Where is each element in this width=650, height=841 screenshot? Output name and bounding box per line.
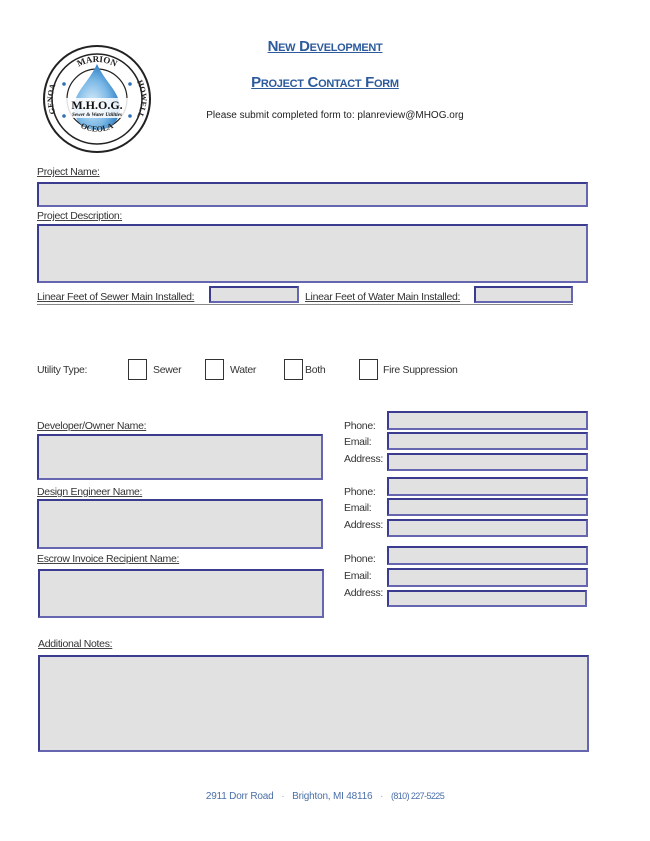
- sewer-feet-input[interactable]: [209, 286, 299, 303]
- engineer-phone-label: Phone:: [344, 486, 376, 498]
- project-name-input[interactable]: [37, 182, 588, 207]
- sewer-feet-label: Linear Feet of Sewer Main Installed:: [37, 291, 195, 303]
- footer-city: Brighton, MI 48116: [292, 791, 373, 802]
- escrow-name-label: Escrow Invoice Recipient Name:: [37, 553, 180, 565]
- footer-separator: ·: [380, 791, 384, 802]
- escrow-address-label: Address:: [344, 587, 384, 599]
- submit-note: Please submit completed form to: planrev…: [206, 110, 464, 121]
- utility-water-label: Water: [230, 364, 257, 376]
- engineer-name-input[interactable]: [37, 499, 323, 549]
- utility-fire-suppression-checkbox[interactable]: [359, 359, 378, 380]
- developer-email-input[interactable]: [387, 432, 588, 450]
- developer-address-input[interactable]: [387, 453, 588, 471]
- escrow-phone-label: Phone:: [344, 553, 376, 565]
- page-subtitle: Project Contact Form: [251, 74, 399, 91]
- developer-name-input[interactable]: [37, 434, 323, 480]
- utility-both-checkbox[interactable]: [284, 359, 303, 380]
- utility-sewer-label: Sewer: [153, 364, 182, 376]
- escrow-name-input[interactable]: [38, 569, 324, 618]
- footer-phone: (810) 227-5225: [390, 791, 445, 801]
- escrow-email-label: Email:: [344, 570, 372, 582]
- notes-label: Additional Notes:: [38, 638, 113, 650]
- feet-row-underline: [37, 304, 573, 305]
- project-name-label: Project Name:: [37, 166, 100, 178]
- utility-water-checkbox[interactable]: [205, 359, 224, 380]
- engineer-address-input[interactable]: [387, 519, 588, 537]
- utility-fire-suppression-label: Fire Suppression: [383, 364, 458, 376]
- engineer-address-label: Address:: [344, 519, 384, 531]
- utility-sewer-checkbox[interactable]: [128, 359, 147, 380]
- mhog-logo: MARION OCEOLA GENOA HOWELL M.H.O.G. Sewe…: [42, 44, 152, 154]
- developer-phone-label: Phone:: [344, 420, 376, 432]
- logo-seal-icon: MARION OCEOLA GENOA HOWELL M.H.O.G. Sewe…: [43, 45, 151, 153]
- page-title: New Development: [267, 38, 383, 55]
- developer-address-label: Address:: [344, 453, 384, 465]
- escrow-email-input[interactable]: [387, 568, 588, 587]
- utility-both-label: Both: [305, 364, 326, 376]
- notes-input[interactable]: [38, 655, 589, 752]
- escrow-address-input[interactable]: [387, 590, 587, 607]
- water-feet-input[interactable]: [474, 286, 573, 303]
- engineer-phone-input[interactable]: [387, 477, 588, 496]
- developer-phone-input[interactable]: [387, 411, 588, 430]
- engineer-name-label: Design Engineer Name:: [37, 486, 143, 498]
- footer: 2911 Dorr Road · Brighton, MI 48116 · (8…: [0, 791, 650, 802]
- footer-address: 2911 Dorr Road: [205, 791, 274, 802]
- developer-email-label: Email:: [344, 436, 372, 448]
- developer-name-label: Developer/Owner Name:: [37, 420, 147, 432]
- water-feet-label: Linear Feet of Water Main Installed:: [305, 291, 461, 303]
- engineer-email-label: Email:: [344, 502, 372, 514]
- project-description-label: Project Description:: [37, 210, 123, 222]
- escrow-phone-input[interactable]: [387, 546, 588, 565]
- utility-type-label: Utility Type:: [37, 364, 88, 376]
- footer-separator: ·: [281, 791, 285, 802]
- engineer-email-input[interactable]: [387, 498, 588, 516]
- project-description-input[interactable]: [37, 224, 588, 283]
